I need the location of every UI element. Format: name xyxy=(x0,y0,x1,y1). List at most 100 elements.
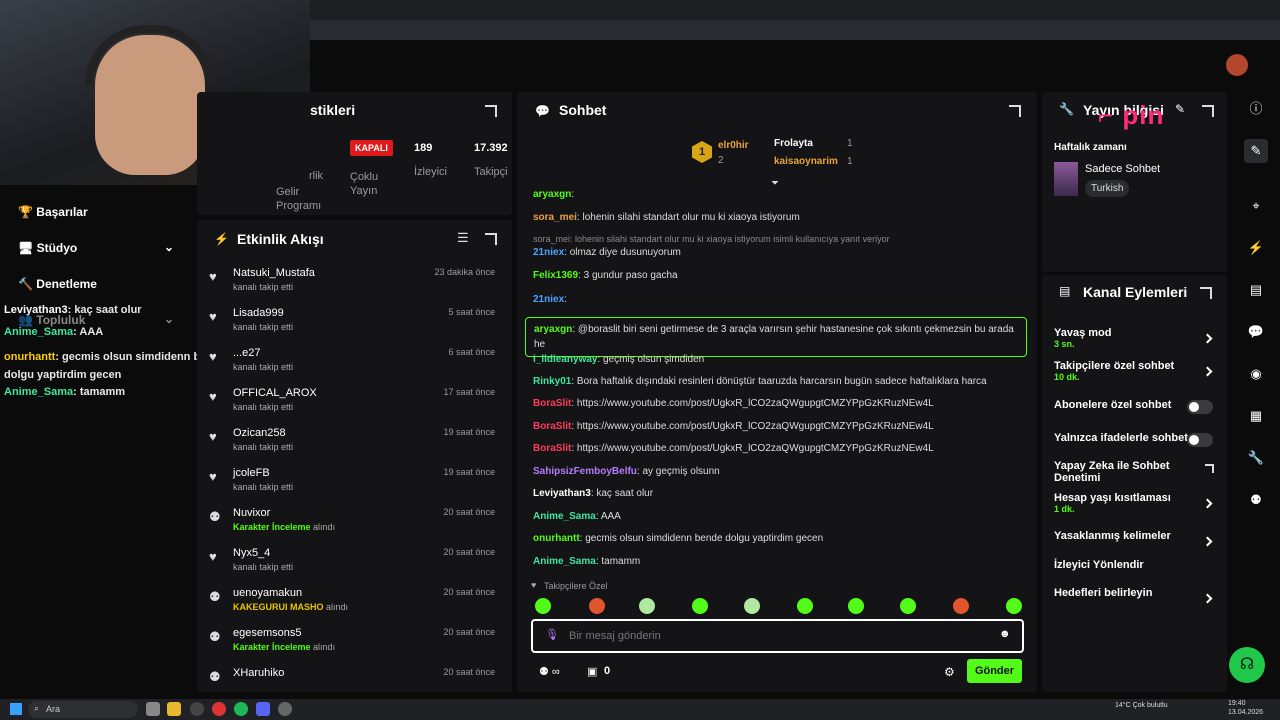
emote-icon[interactable] xyxy=(589,598,605,614)
task-view-icon[interactable] xyxy=(146,702,160,716)
chat-message[interactable]: BoraSlit: https://www.youtube.com/post/U… xyxy=(533,398,934,409)
emote-icon[interactable] xyxy=(848,598,864,614)
channel-action-row[interactable]: Yasaklanmış kelimeler xyxy=(1054,530,1214,542)
chat-username[interactable]: Anime_Sama xyxy=(533,556,596,567)
filter-icon[interactable]: ☰ xyxy=(457,230,469,246)
feed-item[interactable]: ⚉ XHaruhiko 20 saat önce xyxy=(197,664,507,704)
channel-action-row[interactable]: Yavaş mod 3 sn. xyxy=(1054,327,1214,349)
chat-username[interactable]: 21niex xyxy=(533,247,564,258)
channel-action-row[interactable]: Takipçilere özel sohbet 10 dk. xyxy=(1054,360,1214,382)
chat-username[interactable]: Anime_Sama xyxy=(533,511,596,522)
broadcast-icon[interactable]: ◉ xyxy=(1244,362,1268,386)
info-icon[interactable]: ⓘ xyxy=(1244,97,1268,121)
chat-message[interactable]: aryaxgn: xyxy=(533,189,574,200)
taskbar-search[interactable]: ⌕ Ara xyxy=(28,701,138,718)
emoji-icon[interactable]: ☻ xyxy=(999,628,1011,640)
chat-bubble-icon[interactable]: 💬 xyxy=(1244,320,1268,344)
kick-points-icon[interactable]: ⚉ ∞ xyxy=(539,665,560,678)
chat-username[interactable]: 21niex xyxy=(533,294,564,305)
chat-message[interactable]: aryaxgn: @boraslit biri seni getirmese d… xyxy=(525,317,1027,357)
feed-item[interactable]: ⚉ Nuvixor Karakter İnceleme alındı 20 saat … xyxy=(197,504,507,544)
chat-message[interactable]: 21niex: olmaz diye dusunuyorum xyxy=(533,247,681,258)
emote-icon[interactable] xyxy=(692,598,708,614)
feed-item[interactable]: ♥ Ozican258 kanalı takip etti 19 saat önce xyxy=(197,424,507,464)
edit-icon[interactable]: ✎ xyxy=(1175,102,1185,116)
feed-item[interactable]: ♥ OFFICAL_AROX kanalı takip etti 17 saat ön… xyxy=(197,384,507,424)
feed-item[interactable]: ♥ Lisada999 kanalı takip etti 5 saat önce xyxy=(197,304,507,344)
clock-time[interactable]: 19:40 xyxy=(1228,700,1246,707)
clock-date[interactable]: 13.04.2026 xyxy=(1228,709,1263,716)
expand-icon[interactable] xyxy=(485,233,497,245)
tag-chip[interactable]: Turkish xyxy=(1085,180,1130,197)
feed-item[interactable]: ♥ jcoleFB kanalı takip etti 19 saat önce xyxy=(197,464,507,504)
chat-username[interactable]: BoraSlit xyxy=(533,421,571,432)
chat-username[interactable]: SahipsizFemboyBelfu xyxy=(533,466,637,477)
chat-message[interactable]: Leviyathan3: kaç saat olur xyxy=(533,488,653,499)
chat-message[interactable]: Anime_Sama: AAA xyxy=(533,511,621,522)
chat-username[interactable]: Felix1369 xyxy=(533,270,578,281)
gear-icon[interactable]: ⚙ xyxy=(944,665,955,679)
obs-icon[interactable] xyxy=(190,702,204,716)
expand-icon[interactable] xyxy=(1202,105,1214,117)
emote-icon[interactable] xyxy=(1006,598,1022,614)
users-icon[interactable]: ⚉ xyxy=(1244,488,1268,512)
emote-icon[interactable] xyxy=(744,598,760,614)
windows-start-icon[interactable] xyxy=(10,703,22,715)
emote-icon[interactable] xyxy=(639,598,655,614)
chat-message[interactable]: Anime_Sama: tamamm xyxy=(533,556,640,567)
address-bar[interactable] xyxy=(310,20,1280,40)
feed-item[interactable]: ⚉ egesemsons5 Karakter İnceleme alındı 20 s… xyxy=(197,624,507,664)
toggle-switch[interactable] xyxy=(1187,433,1213,447)
emote-icon[interactable] xyxy=(535,598,551,614)
feed-item[interactable]: ♥ Natsuki_Mustafa kanalı takip etti 23 daki… xyxy=(197,264,507,304)
target-icon[interactable]: ⌖ xyxy=(1244,194,1268,218)
chat-username[interactable]: sora_mei xyxy=(533,212,577,223)
chat-message[interactable]: BoraSlit: https://www.youtube.com/post/U… xyxy=(533,443,934,454)
send-button[interactable]: Gönder xyxy=(967,659,1022,683)
nav-item-achievements[interactable]: 🏆 Başarılar xyxy=(18,205,88,219)
chat-input[interactable] xyxy=(569,627,969,645)
channel-action-row[interactable]: Hedefleri belirleyin xyxy=(1054,587,1214,599)
channel-action-row[interactable]: İzleyici Yönlendir xyxy=(1054,559,1214,571)
chat-message[interactable]: BoraSlit: https://www.youtube.com/post/U… xyxy=(533,421,934,432)
chat-message[interactable]: i_lldieanyway: geçmiş olsun şimdiden xyxy=(533,354,704,365)
chat-message[interactable]: 21niex: xyxy=(533,294,567,305)
nav-item-moderation[interactable]: 🔨 Denetleme xyxy=(18,277,97,291)
browser-icon[interactable] xyxy=(212,702,226,716)
chat-username[interactable]: i_lldieanyway xyxy=(533,354,597,365)
chat-message[interactable]: onurhantt: gecmis olsun simdidenn bende … xyxy=(533,533,823,544)
chat-username[interactable]: aryaxgn xyxy=(534,324,572,335)
spotify-icon[interactable] xyxy=(234,702,248,716)
chat-message[interactable]: Felix1369: 3 gundur paso gacha xyxy=(533,270,678,281)
file-explorer-icon[interactable] xyxy=(167,702,181,716)
document-icon[interactable]: ▤ xyxy=(1244,278,1268,302)
feed-item[interactable]: ⚉ uenoyamakun KAKEGURUI MASHO alındı 20 saa… xyxy=(197,584,507,624)
feed-item[interactable]: ♥ ...e27 kanalı takip etti 6 saat önce xyxy=(197,344,507,384)
channel-action-row[interactable]: Hesap yaşı kısıtlaması 1 dk. xyxy=(1054,492,1214,514)
chat-message[interactable]: sora_mei: lohenin silahi standart olur m… xyxy=(533,212,800,223)
discord-icon[interactable] xyxy=(256,702,270,716)
weather-widget[interactable]: 14°C Çok bulutlu xyxy=(1115,702,1175,710)
external-link-icon[interactable] xyxy=(1205,464,1214,473)
chat-username[interactable]: BoraSlit xyxy=(533,398,571,409)
chat-username[interactable]: BoraSlit xyxy=(533,443,571,454)
chat-username[interactable]: Leviyathan3 xyxy=(533,488,591,499)
emote-icon[interactable] xyxy=(797,598,813,614)
emote-icon[interactable] xyxy=(953,598,969,614)
chat-username[interactable]: onurhantt xyxy=(533,533,580,544)
feed-item[interactable]: ♥ Nyx5_4 kanalı takip etti 20 saat önce xyxy=(197,544,507,584)
chat-message[interactable]: Rinky01: Bora haftalık dışındaki resinle… xyxy=(533,376,987,387)
support-button[interactable]: ☊ xyxy=(1229,647,1265,683)
microphone-icon[interactable]: 🎙 xyxy=(545,628,559,641)
bolt-icon[interactable]: ⚡ xyxy=(1244,236,1268,260)
toggle-switch[interactable] xyxy=(1187,400,1213,414)
wrench-icon[interactable]: 🔧 xyxy=(1244,446,1268,470)
channel-action-row[interactable]: Yapay Zeka ile Sohbet Denetimi xyxy=(1054,460,1214,484)
chat-username[interactable]: Rinky01 xyxy=(533,376,571,387)
chat-message[interactable]: SahipsizFemboyBelfu: ay geçmiş olsunn xyxy=(533,466,720,477)
pencil-icon[interactable]: ✎ xyxy=(1244,139,1268,163)
emote-icon[interactable] xyxy=(900,598,916,614)
avatar[interactable] xyxy=(1226,54,1248,76)
store-icon[interactable]: ▣ xyxy=(587,665,597,678)
chat-input-box[interactable]: 🎙 ☻ xyxy=(531,619,1024,653)
